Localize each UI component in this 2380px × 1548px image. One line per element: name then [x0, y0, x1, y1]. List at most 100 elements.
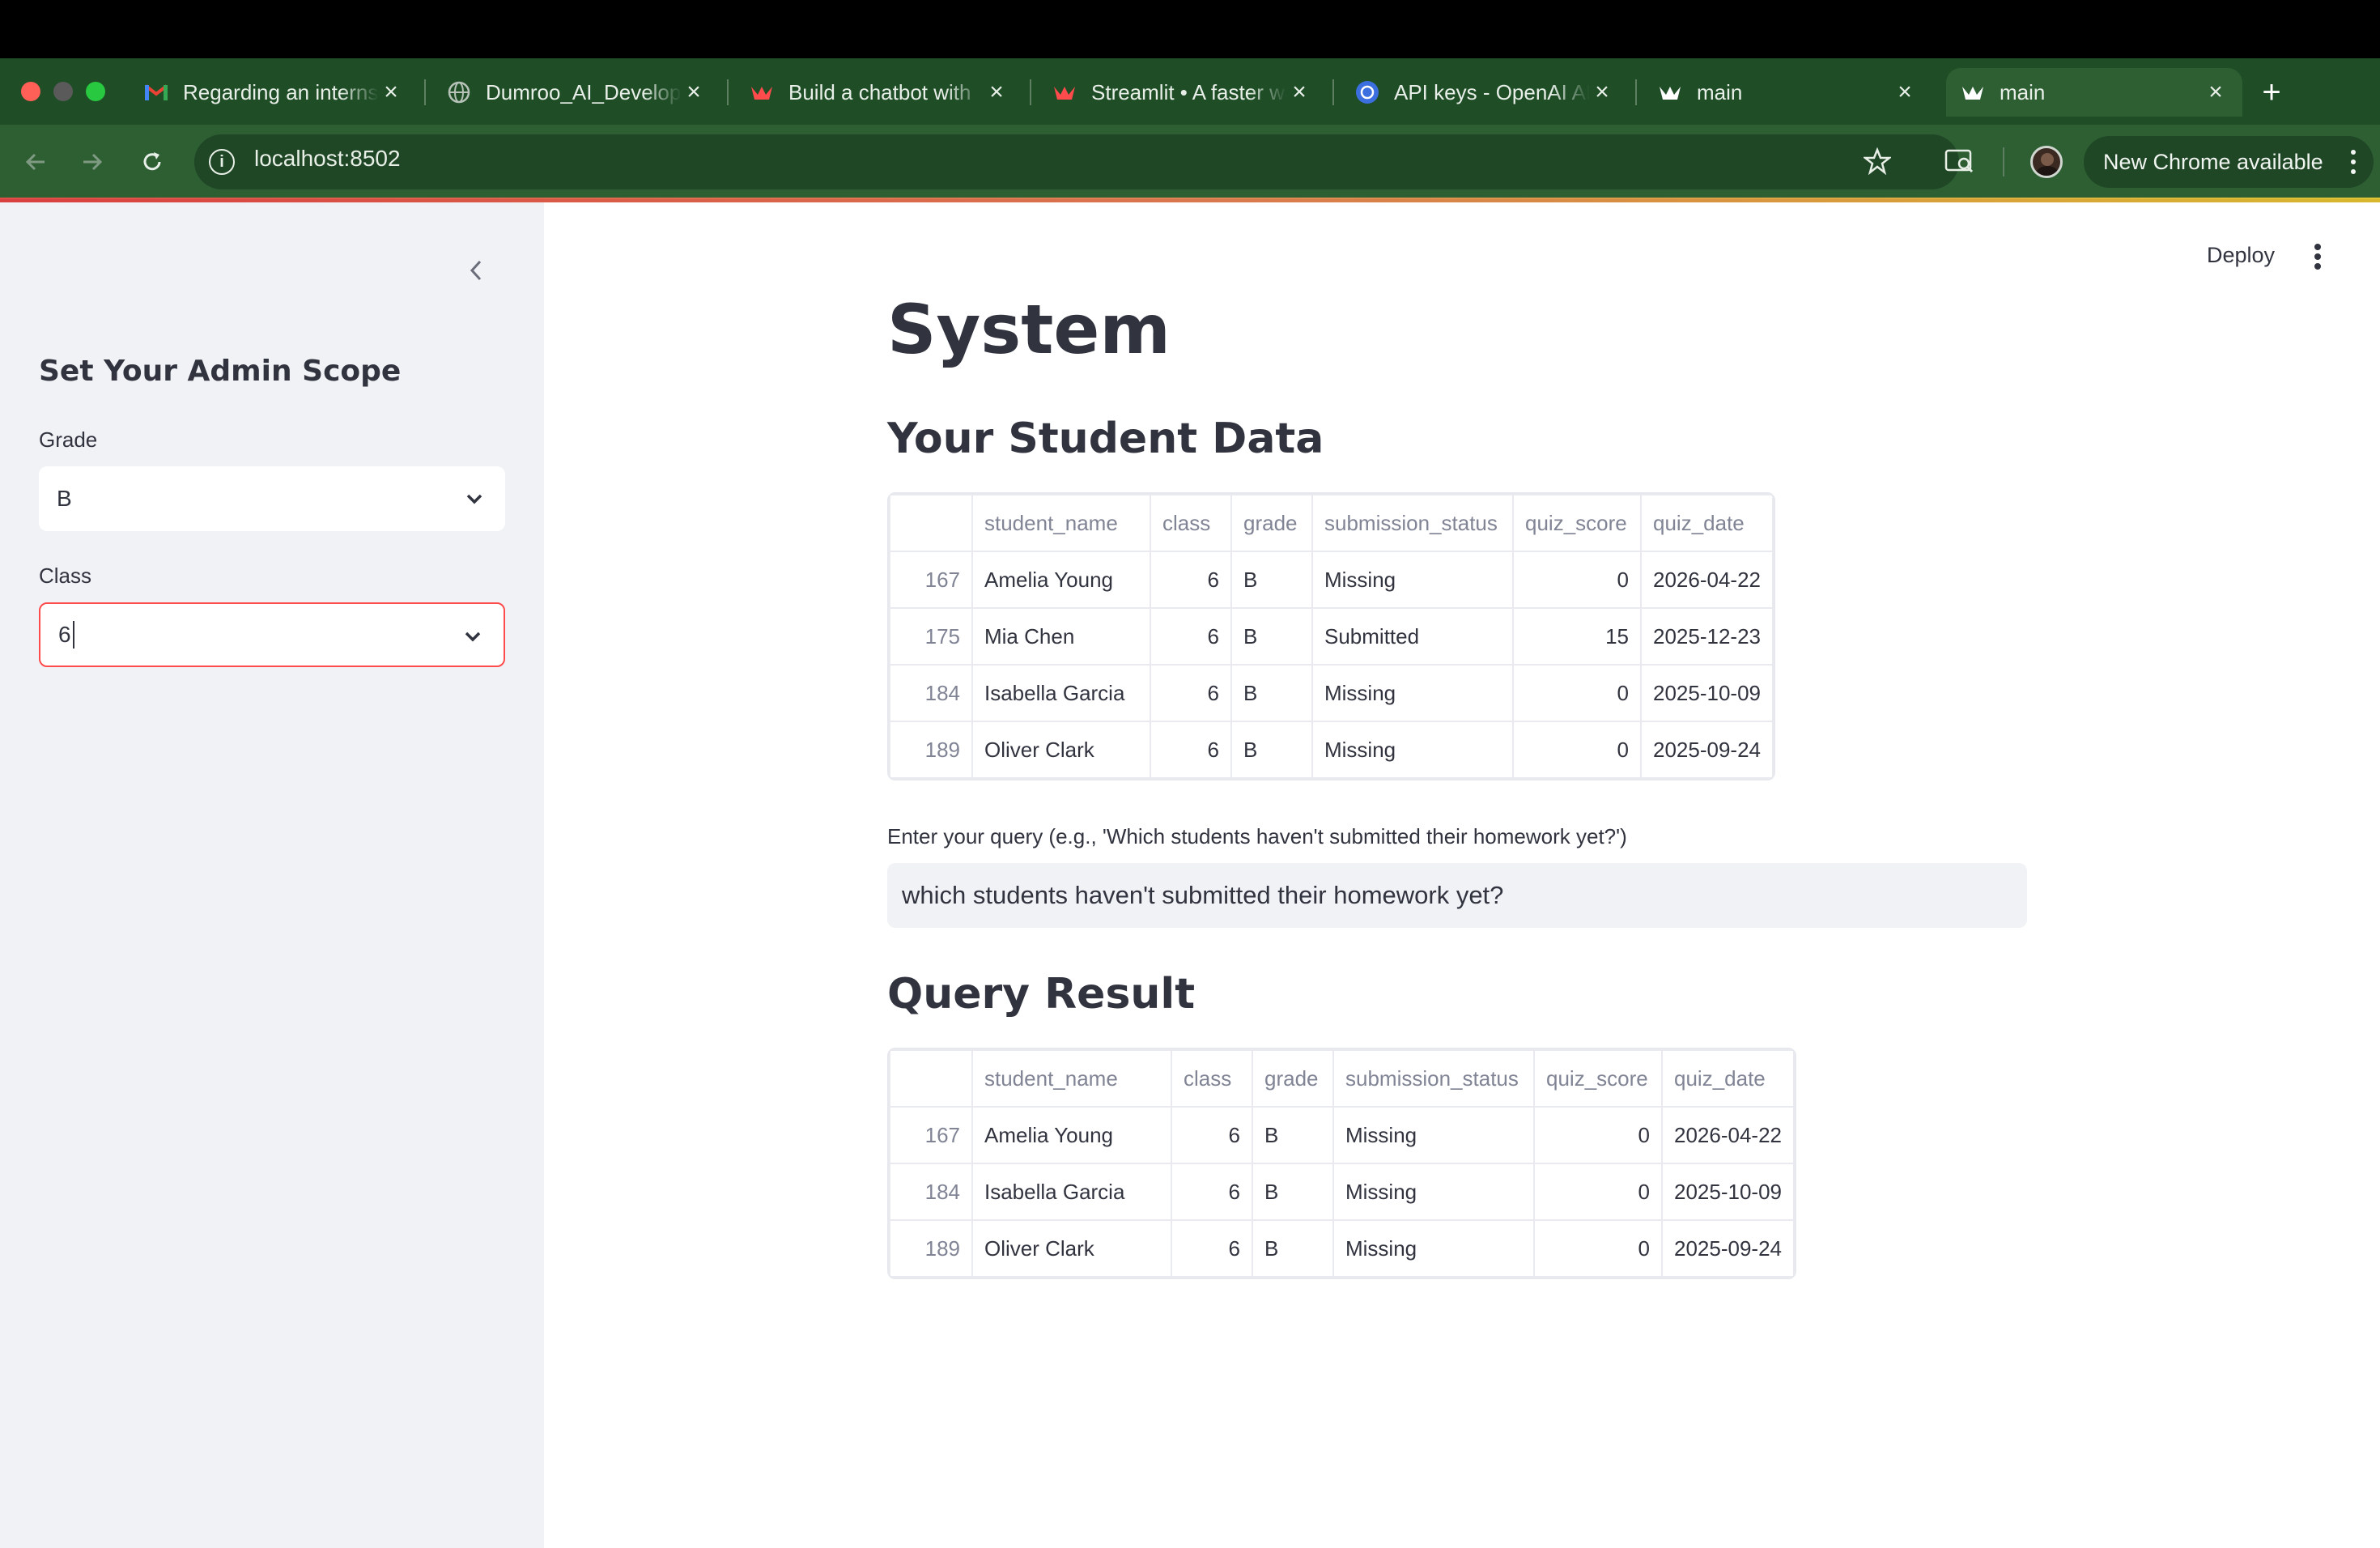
table-row[interactable]: 189 Oliver Clark 6 B Missing 0 2025-09-24 — [889, 1219, 1795, 1278]
query-input[interactable]: which students haven't submitted their h… — [887, 863, 2027, 928]
column-header[interactable]: class — [1150, 494, 1232, 552]
column-header[interactable]: quiz_date — [1640, 494, 1774, 552]
close-tab-icon[interactable]: × — [682, 79, 706, 105]
table-cell: Oliver Clark — [971, 721, 1151, 779]
column-header[interactable]: quiz_score — [1533, 1049, 1663, 1108]
site-info-icon[interactable]: i — [209, 149, 235, 175]
profile-avatar[interactable] — [2030, 146, 2063, 178]
table-row[interactable]: 184 Isabella Garcia 6 B Missing 0 2025-10-09 — [889, 1163, 1795, 1221]
tab-title: main — [2000, 79, 2046, 104]
forward-button[interactable] — [73, 142, 112, 181]
row-index: 167 — [889, 1106, 973, 1164]
table-row[interactable]: 167 Amelia Young 6 B Missing 0 2026-04-22 — [889, 551, 1774, 609]
back-arrow-icon — [25, 153, 45, 171]
browser-tab[interactable]: Regarding an internship × — [138, 68, 410, 117]
student-data-table[interactable]: student_name class grade submission_status q… — [887, 492, 1775, 780]
table-cell: Amelia Young — [971, 551, 1151, 609]
collapse-sidebar-icon[interactable] — [458, 253, 494, 288]
browser-tab-active[interactable]: main × — [1946, 68, 2242, 117]
column-header[interactable]: grade — [1230, 494, 1313, 552]
close-tab-icon[interactable]: × — [1893, 79, 1917, 105]
table-row[interactable]: 167 Amelia Young 6 B Missing 0 2026-04-22 — [889, 1106, 1795, 1164]
row-index: 189 — [889, 1219, 973, 1278]
close-tab-icon[interactable]: × — [379, 79, 403, 105]
browser-tab[interactable]: Streamlit • A faster way × — [1046, 68, 1318, 117]
browser-tab[interactable]: Build a chatbot with × — [743, 68, 1015, 117]
table-cell: 6 — [1171, 1106, 1253, 1164]
browser-tab[interactable]: Dumroo_AI_Developer × — [440, 68, 712, 117]
kebab-menu-icon — [2351, 147, 2356, 176]
sidebar: Set Your Admin Scope Grade B Class 6 — [0, 202, 544, 1548]
table-cell: B — [1230, 607, 1313, 666]
row-index: 184 — [889, 664, 973, 722]
grade-select[interactable]: B — [39, 466, 505, 531]
close-tab-icon[interactable]: × — [1590, 79, 1614, 105]
maximize-window-button[interactable] — [86, 82, 105, 101]
browser-tab[interactable]: API keys - OpenAI API × — [1349, 68, 1621, 117]
class-select[interactable]: 6 — [39, 602, 505, 667]
column-header[interactable]: class — [1171, 1049, 1253, 1108]
table-row[interactable]: 184 Isabella Garcia 6 B Missing 0 2025-10-09 — [889, 664, 1774, 722]
query-result-table[interactable]: student_name class grade submission_status q… — [887, 1048, 1796, 1279]
table-header-row: student_name class grade submission_status q… — [889, 494, 1774, 552]
column-header[interactable]: student_name — [971, 1049, 1172, 1108]
main-menu-icon[interactable] — [2314, 243, 2322, 274]
streamlit-icon — [1658, 80, 1682, 104]
column-header[interactable]: quiz_score — [1512, 494, 1642, 552]
table-cell: B — [1252, 1163, 1334, 1221]
sidebar-heading: Set Your Admin Scope — [39, 355, 402, 388]
url-text[interactable]: localhost:8502 — [254, 146, 401, 172]
column-header[interactable]: quiz_date — [1661, 1049, 1795, 1108]
grade-label: Grade — [39, 427, 98, 452]
table-cell: 0 — [1533, 1106, 1663, 1164]
table-cell: 0 — [1512, 551, 1642, 609]
column-header[interactable]: submission_status — [1311, 494, 1514, 552]
address-bar[interactable] — [194, 134, 1959, 189]
table-cell: 2025-10-09 — [1640, 664, 1774, 722]
text-cursor — [72, 621, 74, 649]
table-cell: 6 — [1171, 1163, 1253, 1221]
tab-search-icon[interactable] — [1944, 147, 1975, 179]
column-header[interactable] — [889, 1049, 973, 1108]
browser-tab[interactable]: main × — [1651, 68, 1923, 117]
tab-title: Build a chatbot with — [788, 79, 971, 104]
chevron-down-icon — [465, 632, 481, 642]
column-header[interactable]: submission_status — [1332, 1049, 1535, 1108]
table-cell: Missing — [1332, 1163, 1535, 1221]
query-result-heading: Query Result — [887, 970, 1196, 1019]
column-header[interactable] — [889, 494, 973, 552]
bookmark-star-icon[interactable] — [1862, 147, 1893, 179]
new-tab-button[interactable]: + — [2254, 74, 2289, 110]
tab-title: Regarding an internship — [183, 79, 379, 104]
minimize-window-button[interactable] — [53, 82, 73, 101]
back-button[interactable] — [16, 142, 55, 181]
chrome-update-button[interactable]: New Chrome available — [2084, 136, 2374, 188]
deploy-button[interactable]: Deploy — [2207, 243, 2275, 268]
tab-title: Streamlit • A faster way — [1091, 79, 1287, 104]
class-value: 6 — [58, 622, 71, 647]
tab-divider — [424, 79, 426, 105]
table-cell: 6 — [1150, 664, 1232, 722]
table-cell: B — [1252, 1219, 1334, 1278]
screen-top-bar — [0, 0, 2380, 58]
row-index: 167 — [889, 551, 973, 609]
column-header[interactable]: student_name — [971, 494, 1151, 552]
chrome-update-label: New Chrome available — [2103, 149, 2323, 174]
column-header[interactable]: grade — [1252, 1049, 1334, 1108]
forward-arrow-icon — [83, 153, 103, 171]
table-row[interactable]: 189 Oliver Clark 6 B Missing 0 2025-09-24 — [889, 721, 1774, 779]
toolbar-divider — [2003, 147, 2004, 176]
close-tab-icon[interactable]: × — [1287, 79, 1311, 105]
chevron-down-icon — [466, 494, 482, 504]
page-title: System — [887, 290, 1171, 369]
table-cell: Missing — [1332, 1219, 1535, 1278]
close-window-button[interactable] — [21, 82, 40, 101]
table-cell: B — [1230, 721, 1313, 779]
table-row[interactable]: 175 Mia Chen 6 B Submitted 15 2025-12-23 — [889, 607, 1774, 666]
table-cell: 2025-09-24 — [1640, 721, 1774, 779]
close-tab-icon[interactable]: × — [984, 79, 1009, 105]
close-tab-icon[interactable]: × — [2204, 79, 2228, 105]
reload-button[interactable] — [133, 142, 172, 181]
table-cell: 0 — [1533, 1219, 1663, 1278]
table-cell: Isabella Garcia — [971, 664, 1151, 722]
